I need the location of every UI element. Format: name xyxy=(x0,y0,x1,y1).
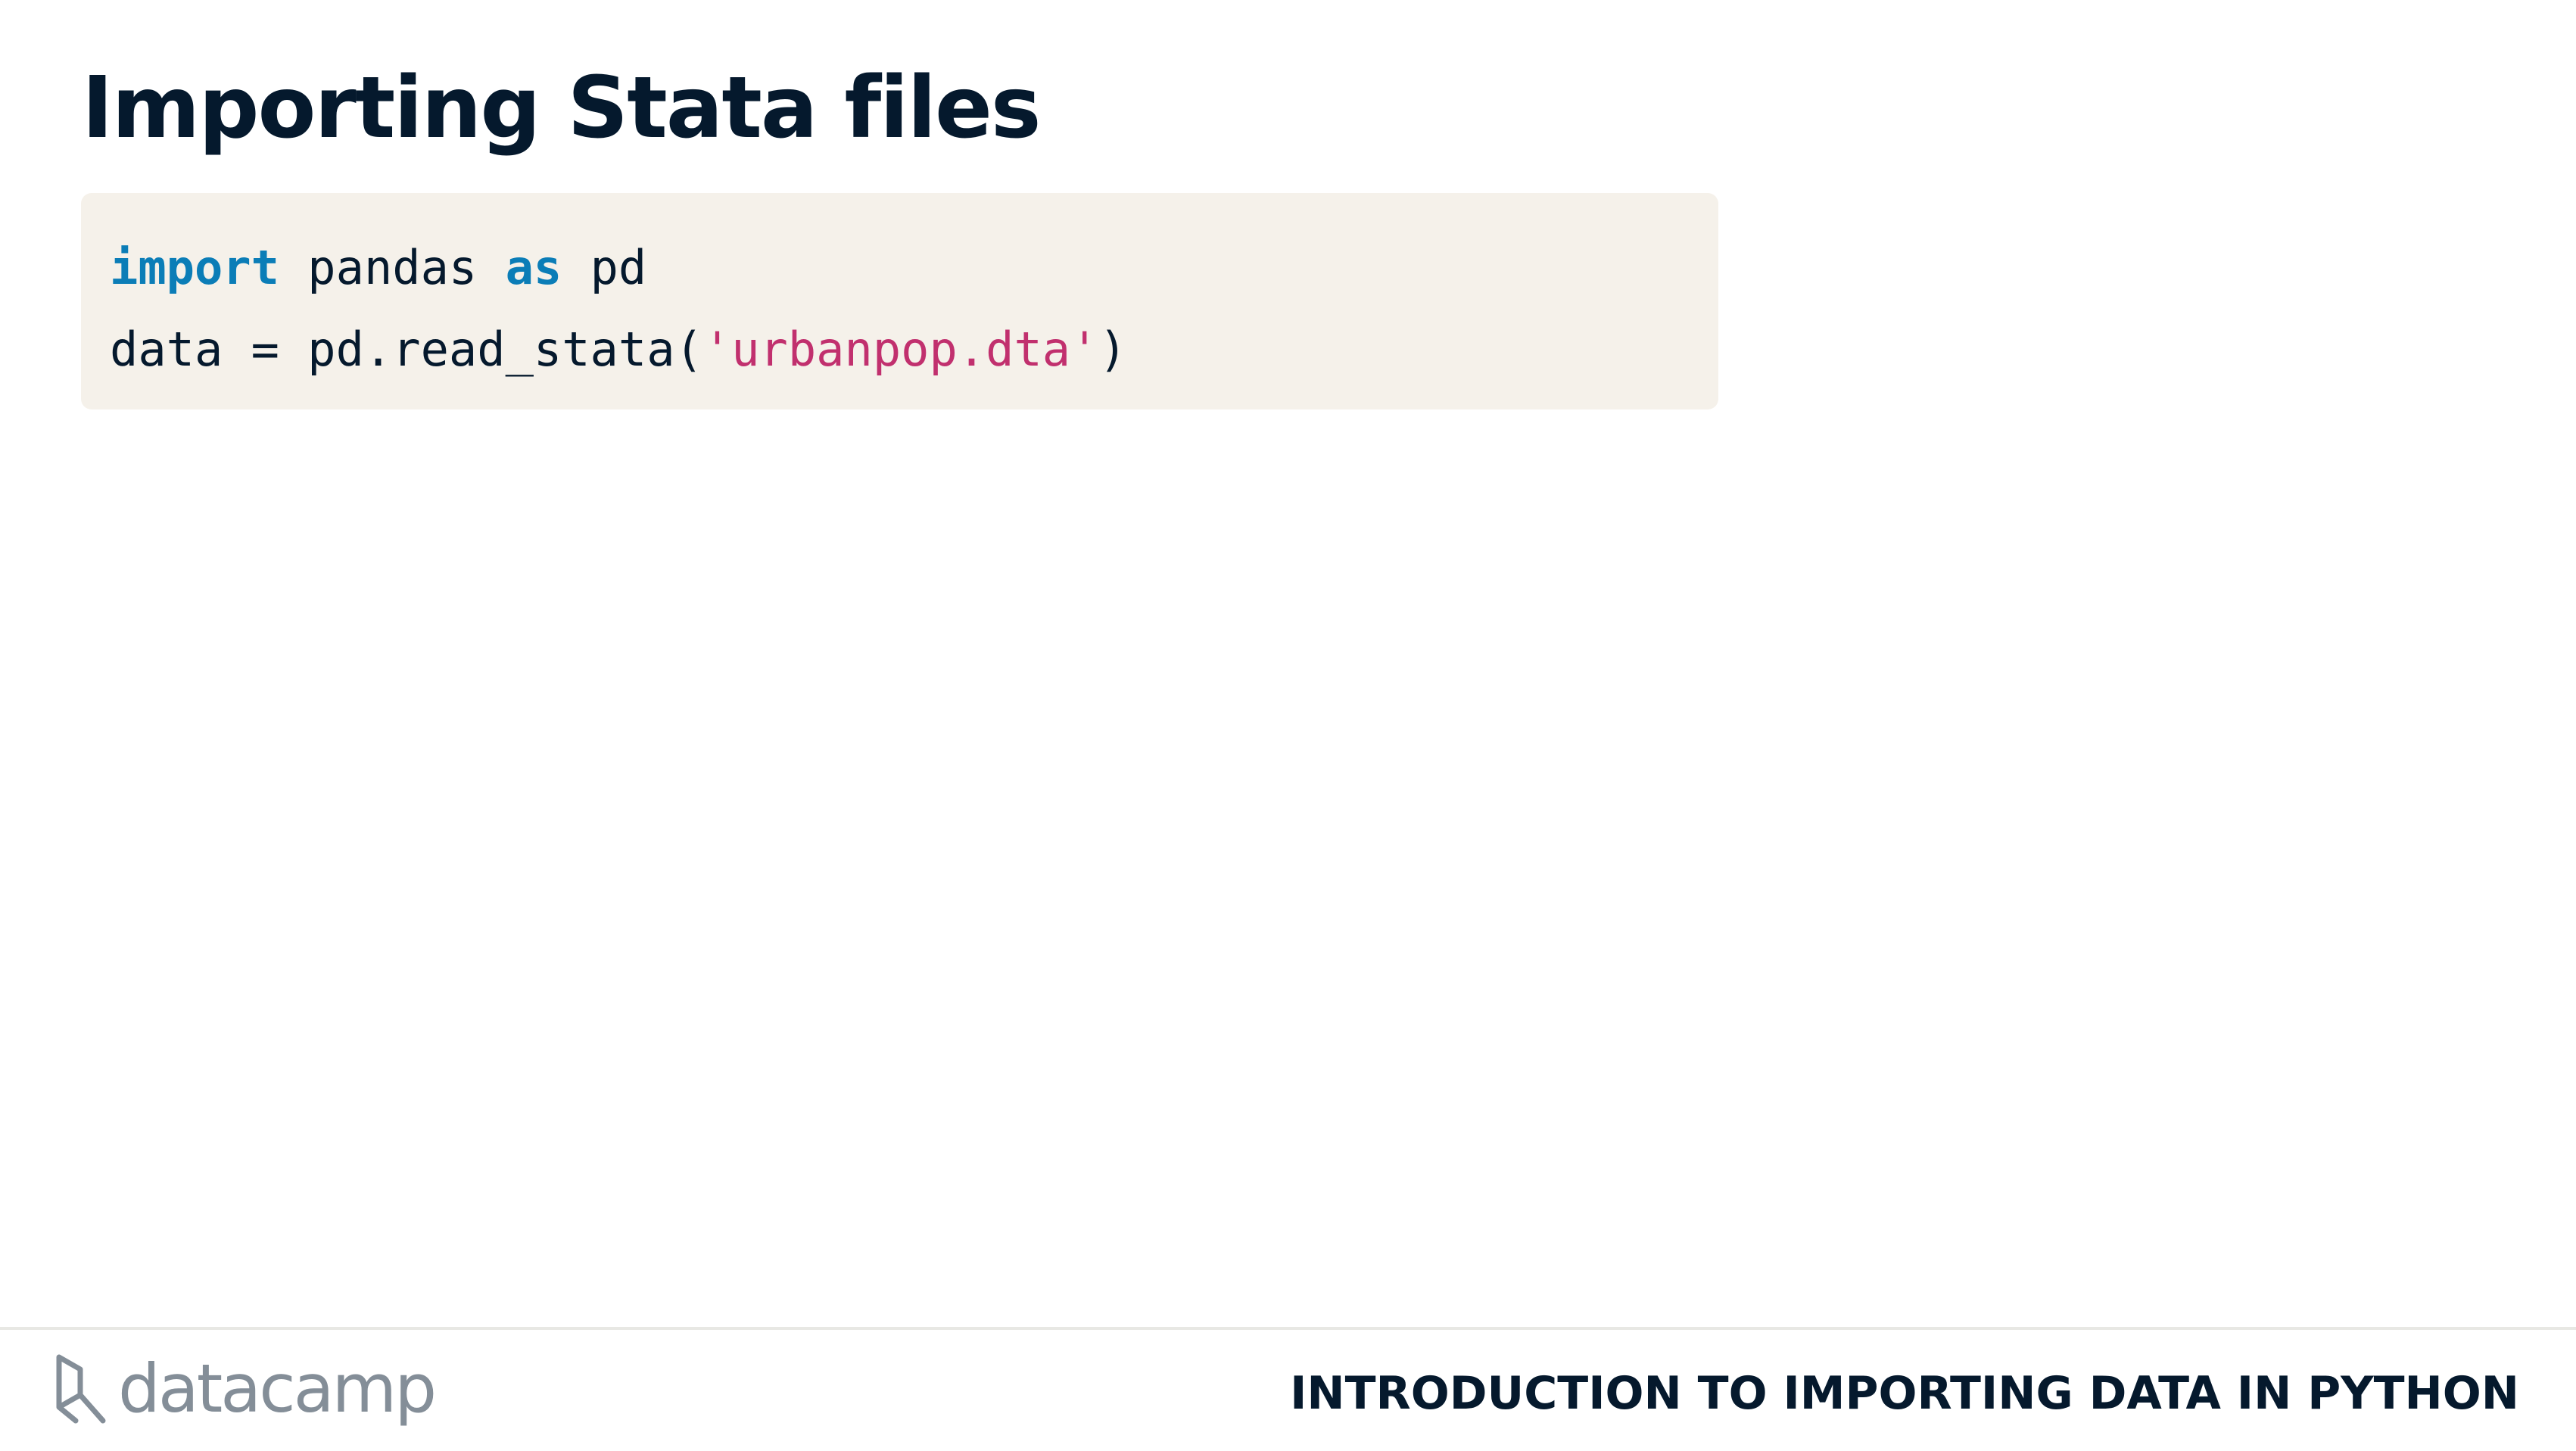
code-text: data = pd.read_stata( xyxy=(110,322,703,377)
code-string: 'urbanpop.dta' xyxy=(702,322,1099,377)
footer: datacamp INTRODUCTION TO IMPORTING DATA … xyxy=(0,1327,2576,1451)
datacamp-logo-icon xyxy=(53,1351,107,1427)
code-line-1: import pandas as pd xyxy=(110,227,1718,309)
code-keyword-import: import xyxy=(110,240,279,295)
logo-wordmark: datacamp xyxy=(118,1350,437,1428)
course-title: INTRODUCTION TO IMPORTING DATA IN PYTHON xyxy=(1290,1367,2519,1420)
code-block: import pandas as pd data = pd.read_stata… xyxy=(81,193,1718,409)
code-text: pandas xyxy=(279,240,506,295)
datacamp-logo: datacamp xyxy=(53,1350,437,1428)
code-text: ) xyxy=(1098,322,1127,377)
slide-title: Importing Stata files xyxy=(82,59,1042,157)
code-line-2: data = pd.read_stata('urbanpop.dta') xyxy=(110,309,1718,391)
code-text: pd xyxy=(562,240,647,295)
code-keyword-as: as xyxy=(505,240,562,295)
